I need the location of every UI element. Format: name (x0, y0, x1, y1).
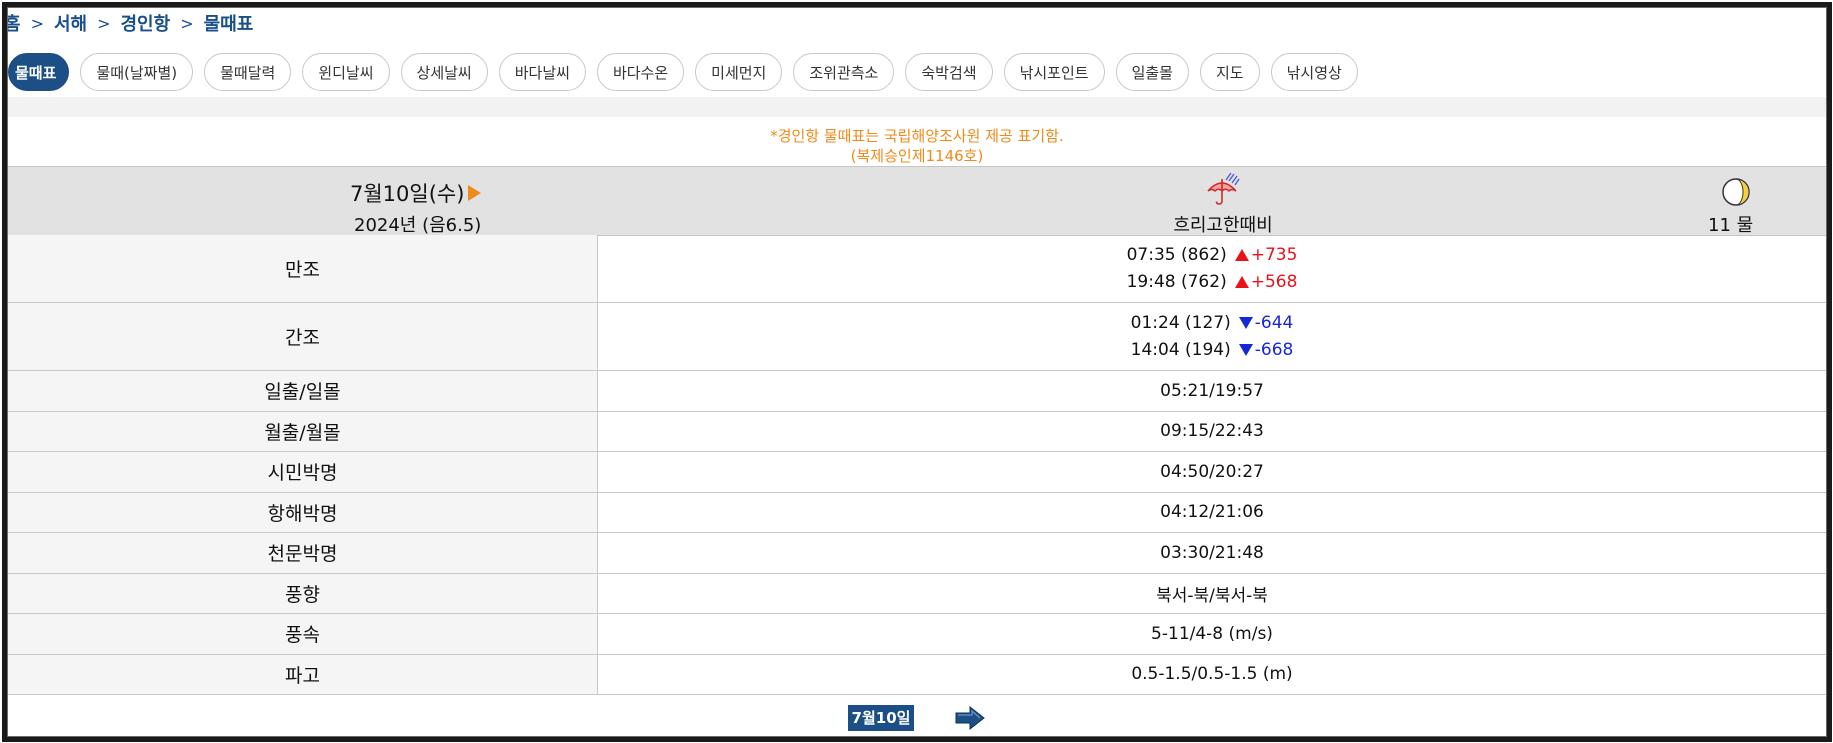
tab-sunrise-sunset[interactable]: 일출몰 (1115, 53, 1189, 91)
page-frame: 홈 > 서해 > 경인항 > 물때표 물때표 물때(날짜별) 물때달력 윈디날씨… (7, 7, 1827, 737)
tab-bar: 물때표 물때(날짜별) 물때달력 윈디날씨 상세날씨 바다날씨 바다수온 미세먼… (8, 53, 1358, 91)
fall-triangle-icon (1238, 343, 1253, 356)
tab-lodging-search[interactable]: 숙박검색 (905, 53, 993, 91)
sunrise-sunset-value: 05:21/19:57 (597, 370, 1826, 412)
arrow-right-icon[interactable] (954, 705, 986, 731)
high-tide-entry: 07:35 (862) +735 (598, 242, 1826, 269)
rise-triangle-icon (1234, 275, 1249, 288)
low-tide-diff: -668 (1254, 339, 1294, 360)
low-tide-values: 01:24 (127) -644 14:04 (194) -668 (597, 302, 1826, 371)
table-row: 시민박명 04:50/20:27 (8, 451, 1826, 493)
weather-description: 흐리고한때비 (1173, 215, 1273, 236)
low-tide-time: 01:24 (127) (1130, 312, 1231, 333)
current-date: 7월10일(수) (350, 178, 482, 208)
tab-sea-weather[interactable]: 바다날씨 (498, 53, 586, 91)
source-notice-line: *경인항 물때표는 국립해양조사원 제공 표기함. (770, 127, 1064, 145)
approval-notice-line: (복제승인제1146호) (850, 147, 984, 165)
table-row: 풍향 북서-북/북서-북 (8, 573, 1826, 614)
breadcrumb-separator: > (180, 13, 194, 33)
high-tide-label: 만조 (8, 235, 598, 303)
high-tide-diff: +735 (1250, 244, 1298, 265)
nautical-twilight-value: 04:12/21:06 (597, 492, 1826, 533)
tide-info-table: 만조 07:35 (862) +735 19:48 (762) +568 간조 01… (8, 235, 1826, 695)
tab-windy-weather[interactable]: 윈디날씨 (302, 53, 390, 91)
tab-tide-by-date[interactable]: 물때(날짜별) (80, 53, 194, 91)
play-triangle-icon[interactable] (468, 185, 482, 201)
day-header: 7월10일(수) 2024년 (음6.5) 흐리고한때비 11 물 (8, 166, 1826, 236)
tab-fishing-point[interactable]: 낚시포인트 (1003, 53, 1105, 91)
umbrella-rain-icon (1207, 172, 1240, 205)
wave-height-label: 파고 (8, 654, 598, 695)
moonrise-moonset-label: 월출/월몰 (8, 411, 598, 452)
sunrise-sunset-label: 일출/일몰 (8, 370, 598, 412)
table-row: 풍속 5-11/4-8 (m/s) (8, 613, 1826, 655)
wind-direction-value: 북서-북/북서-북 (597, 573, 1826, 614)
separator-band (8, 97, 1826, 117)
low-tide-time: 14:04 (194) (1130, 339, 1231, 360)
civil-twilight-label: 시민박명 (8, 451, 598, 493)
high-tide-time: 19:48 (762) (1126, 271, 1227, 292)
tab-sea-temperature[interactable]: 바다수온 (596, 53, 685, 91)
rise-triangle-icon (1234, 248, 1249, 261)
wind-speed-value: 5-11/4-8 (m/s) (597, 613, 1826, 655)
astronomical-twilight-label: 천문박명 (8, 532, 598, 574)
breadcrumb-region[interactable]: 서해 (54, 10, 87, 36)
breadcrumb-home[interactable]: 홈 (8, 10, 21, 36)
high-tide-time: 07:35 (862) (1126, 244, 1227, 265)
current-date-label: 7월10일(수) (350, 182, 465, 206)
breadcrumb-separator: > (30, 13, 44, 33)
breadcrumb-port[interactable]: 경인항 (121, 10, 171, 36)
breadcrumb-current[interactable]: 물때표 (204, 10, 254, 36)
lunar-date: 2024년 (음6.5) (354, 215, 482, 236)
wave-height-value: 0.5-1.5/0.5-1.5 (m) (597, 654, 1826, 695)
tab-detailed-weather[interactable]: 상세날씨 (400, 53, 488, 91)
wind-direction-label: 풍향 (8, 573, 598, 614)
table-row: 일출/일몰 05:21/19:57 (8, 370, 1826, 412)
table-row: 천문박명 03:30/21:48 (8, 532, 1826, 574)
tab-map[interactable]: 지도 (1199, 53, 1260, 91)
tab-tide-table[interactable]: 물때표 (8, 53, 70, 91)
table-row: 월출/월몰 09:15/22:43 (8, 411, 1826, 452)
tab-fishing-video[interactable]: 낚시영상 (1270, 53, 1358, 91)
tab-fine-dust[interactable]: 미세먼지 (695, 53, 783, 91)
civil-twilight-value: 04:50/20:27 (597, 451, 1826, 493)
tab-tide-calendar[interactable]: 물때달력 (204, 53, 292, 91)
table-row: 간조 01:24 (127) -644 14:04 (194) -668 (8, 302, 1826, 371)
date-navigation: 7월10일 (8, 700, 1826, 736)
table-row: 파고 0.5-1.5/0.5-1.5 (m) (8, 654, 1826, 695)
high-tide-diff: +568 (1250, 271, 1298, 292)
high-tide-entry: 19:48 (762) +568 (598, 269, 1826, 296)
low-tide-diff: -644 (1254, 312, 1294, 333)
high-tide-values: 07:35 (862) +735 19:48 (762) +568 (597, 235, 1826, 303)
low-tide-entry: 01:24 (127) -644 (598, 310, 1826, 337)
table-row: 만조 07:35 (862) +735 19:48 (762) +568 (8, 235, 1826, 303)
nautical-twilight-label: 항해박명 (8, 492, 598, 533)
low-tide-entry: 14:04 (194) -668 (598, 337, 1826, 364)
tab-tide-station[interactable]: 조위관측소 (793, 53, 895, 91)
current-date-badge: 7월10일 (847, 705, 915, 731)
astronomical-twilight-value: 03:30/21:48 (597, 532, 1826, 574)
moon-phase-icon (1722, 178, 1750, 206)
breadcrumb: 홈 > 서해 > 경인항 > 물때표 (8, 8, 253, 38)
wind-speed-label: 풍속 (8, 613, 598, 655)
source-notice: *경인항 물때표는 국립해양조사원 제공 표기함. (복제승인제1146호) (8, 126, 1826, 166)
tide-phase: 11 물 (1708, 215, 1754, 236)
moonrise-moonset-value: 09:15/22:43 (597, 411, 1826, 452)
fall-triangle-icon (1238, 316, 1253, 329)
breadcrumb-separator: > (97, 13, 111, 33)
table-row: 항해박명 04:12/21:06 (8, 492, 1826, 533)
low-tide-label: 간조 (8, 302, 598, 371)
